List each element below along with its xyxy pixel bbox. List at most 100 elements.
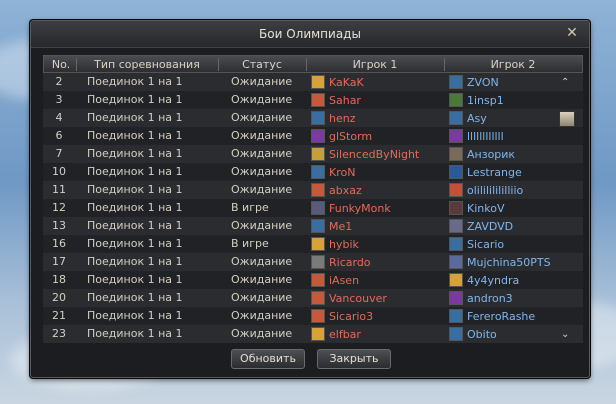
competition-type: Поединок 1 на 1 (87, 255, 183, 268)
status-text: Ожидание (231, 129, 293, 142)
scroll-down-icon[interactable]: ⌄ (561, 329, 569, 340)
status-text: Ожидание (231, 75, 293, 88)
class-icon (311, 93, 325, 107)
player-2-name: andron3 (467, 292, 513, 305)
row-number: 18 (52, 273, 66, 286)
table-row[interactable]: 3 Поединок 1 на 1 Ожидание Sahar 1insp1 (43, 91, 583, 109)
table-row[interactable]: 20 Поединок 1 на 1 Ожидание Vancouver andron… (43, 289, 583, 307)
class-icon (311, 237, 325, 251)
player-1-name: henz (329, 112, 356, 125)
table-row[interactable]: 21 Поединок 1 на 1 Ожидание Sicario3 FereroR… (43, 307, 583, 325)
competition-type: Поединок 1 на 1 (87, 291, 183, 304)
class-icon (311, 201, 325, 215)
status-text: Ожидание (231, 273, 293, 286)
class-icon (311, 129, 325, 143)
player-2-cell: llllllllllll (449, 129, 504, 143)
table-row[interactable]: 7 Поединок 1 на 1 Ожидание SilencedByNight А… (43, 145, 583, 163)
row-number: 12 (52, 201, 66, 214)
class-icon (449, 237, 463, 251)
table-row[interactable]: 23 Поединок 1 на 1 Ожидание elfbar Obito (43, 325, 583, 343)
player-2-name: Sicario (467, 238, 505, 251)
table-row[interactable]: 11 Поединок 1 на 1 Ожидание abxaz olilililil… (43, 181, 583, 199)
row-number: 2 (55, 75, 63, 88)
class-icon (449, 93, 463, 107)
scroll-up-icon[interactable]: ⌃ (561, 77, 569, 88)
table-row[interactable]: 10 Поединок 1 на 1 Ожидание KroN Lestrange (43, 163, 583, 181)
competition-type: Поединок 1 на 1 (87, 111, 183, 124)
player-2-name: llllllllllll (467, 130, 504, 143)
status-text: Ожидание (231, 327, 293, 340)
competition-type: Поединок 1 на 1 (87, 129, 183, 142)
class-icon (311, 273, 325, 287)
class-icon (311, 255, 325, 269)
player-1-cell: henz (311, 111, 356, 125)
player-2-name: KinkoV (467, 202, 505, 215)
player-1-name: iAsen (329, 274, 360, 287)
player-1-cell: SilencedByNight (311, 147, 419, 161)
row-number: 16 (52, 237, 66, 250)
player-2-cell: 1insp1 (449, 93, 504, 107)
competition-type: Поединок 1 на 1 (87, 147, 183, 160)
table-row[interactable]: 17 Поединок 1 на 1 Ожидание Ricardo Mujchina… (43, 253, 583, 271)
status-text: Ожидание (231, 291, 293, 304)
player-2-cell: Lestrange (449, 165, 522, 179)
player-1-name: Me1 (329, 220, 353, 233)
row-number: 7 (55, 147, 63, 160)
scroll-thumb[interactable] (559, 111, 575, 127)
competition-type: Поединок 1 на 1 (87, 309, 183, 322)
player-1-name: elfbar (329, 328, 361, 341)
class-icon (449, 75, 463, 89)
table-row[interactable]: 13 Поединок 1 на 1 Ожидание Me1 ZAVDVD (43, 217, 583, 235)
class-icon (449, 129, 463, 143)
competition-type: Поединок 1 на 1 (87, 93, 183, 106)
class-icon (449, 165, 463, 179)
player-2-name: 1insp1 (467, 94, 504, 107)
player-1-cell: Sicario3 (311, 309, 373, 323)
scrollbar[interactable]: ⌃ ⌄ (559, 77, 577, 345)
class-icon (311, 309, 325, 323)
header-status[interactable]: Статус (220, 58, 304, 71)
table-row[interactable]: 18 Поединок 1 на 1 Ожидание iAsen 4y4yndra (43, 271, 583, 289)
header-player-2[interactable]: Игрок 2 (446, 58, 580, 71)
player-1-cell: KroN (311, 165, 355, 179)
row-number: 10 (52, 165, 66, 178)
table-body: 2 Поединок 1 на 1 Ожидание KaKaK ZVON 3 Поедин… (43, 73, 583, 343)
player-2-name: Obito (467, 328, 497, 341)
status-text: Ожидание (231, 255, 293, 268)
player-1-name: FunkyMonk (329, 202, 391, 215)
header-competition-type[interactable]: Тип соревнования (78, 58, 216, 71)
window-titlebar[interactable]: Бои Олимпиады ✕ (31, 21, 589, 48)
row-number: 13 (52, 219, 66, 232)
row-number: 20 (52, 291, 66, 304)
table-row[interactable]: 4 Поединок 1 на 1 Ожидание henz Asy (43, 109, 583, 127)
class-icon (311, 75, 325, 89)
battles-table: No. Тип соревнования Статус Игрок 1 Игро… (43, 55, 583, 343)
table-row[interactable]: 12 Поединок 1 на 1 В игре FunkyMonk KinkoV (43, 199, 583, 217)
table-row[interactable]: 2 Поединок 1 на 1 Ожидание KaKaK ZVON (43, 73, 583, 91)
player-1-cell: Sahar (311, 93, 361, 107)
player-2-cell: Asy (449, 111, 487, 125)
player-1-cell: Vancouver (311, 291, 387, 305)
class-icon (449, 147, 463, 161)
status-text: В игре (231, 237, 269, 250)
player-1-name: KaKaK (329, 76, 364, 89)
competition-type: Поединок 1 на 1 (87, 75, 183, 88)
player-2-name: 4y4yndra (467, 274, 520, 287)
player-2-cell: andron3 (449, 291, 513, 305)
player-1-name: Ricardo (329, 256, 371, 269)
player-2-cell: KinkoV (449, 201, 504, 215)
player-2-name: ZAVDVD (467, 220, 514, 233)
close-button[interactable]: Закрыть (317, 349, 391, 369)
refresh-button[interactable]: Обновить (231, 349, 305, 369)
header-no[interactable]: No. (48, 58, 74, 71)
class-icon (449, 327, 463, 341)
class-icon (449, 111, 463, 125)
status-text: Ожидание (231, 111, 293, 124)
table-row[interactable]: 6 Поединок 1 на 1 Ожидание glStorm lllllllll… (43, 127, 583, 145)
player-1-cell: Ricardo (311, 255, 371, 269)
table-row[interactable]: 16 Поединок 1 на 1 В игре hybik Sicario (43, 235, 583, 253)
player-2-cell: Sicario (449, 237, 504, 251)
header-player-1[interactable]: Игрок 1 (308, 58, 442, 71)
class-icon (449, 273, 463, 287)
close-icon[interactable]: ✕ (565, 26, 579, 40)
